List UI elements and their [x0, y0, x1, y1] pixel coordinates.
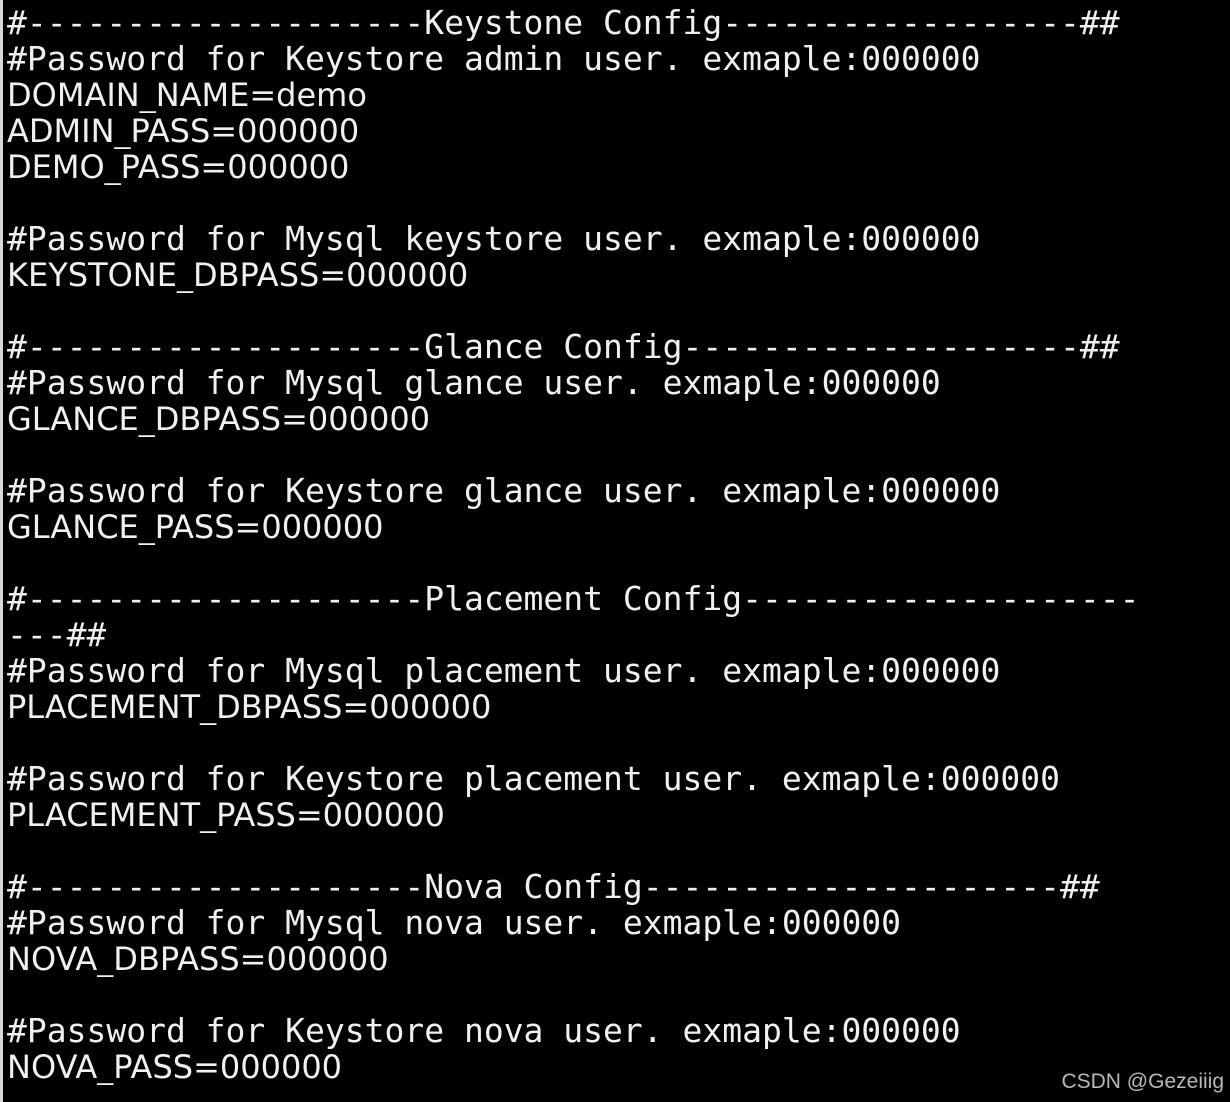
comment-keystore-glance: #Password for Keystore glance user. exma… — [7, 473, 1001, 509]
glance-config-header: #--------------------Glance Config------… — [7, 329, 1120, 365]
nova-dbpass-setting: NOVA_DBPASS=000000 — [7, 941, 389, 977]
domain-name-setting: DOMAIN_NAME=demo — [7, 77, 367, 113]
comment-mysql-placement: #Password for Mysql placement user. exma… — [7, 653, 1001, 689]
glance-dbpass-setting: GLANCE_DBPASS=000000 — [7, 401, 431, 437]
keystone-dbpass-setting: KEYSTONE_DBPASS=000000 — [7, 257, 469, 293]
placement-config-header: #--------------------Placement Config---… — [7, 581, 1140, 617]
comment-mysql-keystore: #Password for Mysql keystore user. exmap… — [7, 221, 981, 257]
glance-pass-setting: GLANCE_PASS=000000 — [7, 509, 384, 545]
csdn-watermark: CSDN @Gezeiiig — [1061, 1070, 1224, 1093]
demo-pass-setting: DEMO_PASS=000000 — [7, 149, 350, 185]
comment-keystore-placement: #Password for Keystore placement user. e… — [7, 761, 1060, 797]
comment-mysql-nova: #Password for Mysql nova user. exmaple:0… — [7, 905, 902, 941]
window-left-border — [0, 0, 3, 1102]
comment-keystore-nova: #Password for Keystore nova user. exmapl… — [7, 1013, 961, 1049]
comment-keystore-admin: #Password for Keystore admin user. exmap… — [7, 41, 981, 77]
keystone-config-header: #--------------------Keystone Config----… — [7, 5, 1120, 41]
placement-dbpass-setting: PLACEMENT_DBPASS=000000 — [7, 689, 492, 725]
comment-mysql-glance: #Password for Mysql glance user. exmaple… — [7, 365, 941, 401]
nova-config-header: #--------------------Nova Config--------… — [7, 869, 1100, 905]
nova-pass-setting: NOVA_PASS=000000 — [7, 1049, 343, 1085]
admin-pass-setting: ADMIN_PASS=000000 — [7, 113, 360, 149]
placement-pass-setting: PLACEMENT_PASS=000000 — [7, 797, 445, 833]
placement-config-header-wrap: ---## — [7, 617, 107, 653]
terminal-window[interactable]: #--------------------Keystone Config----… — [0, 0, 1230, 1102]
